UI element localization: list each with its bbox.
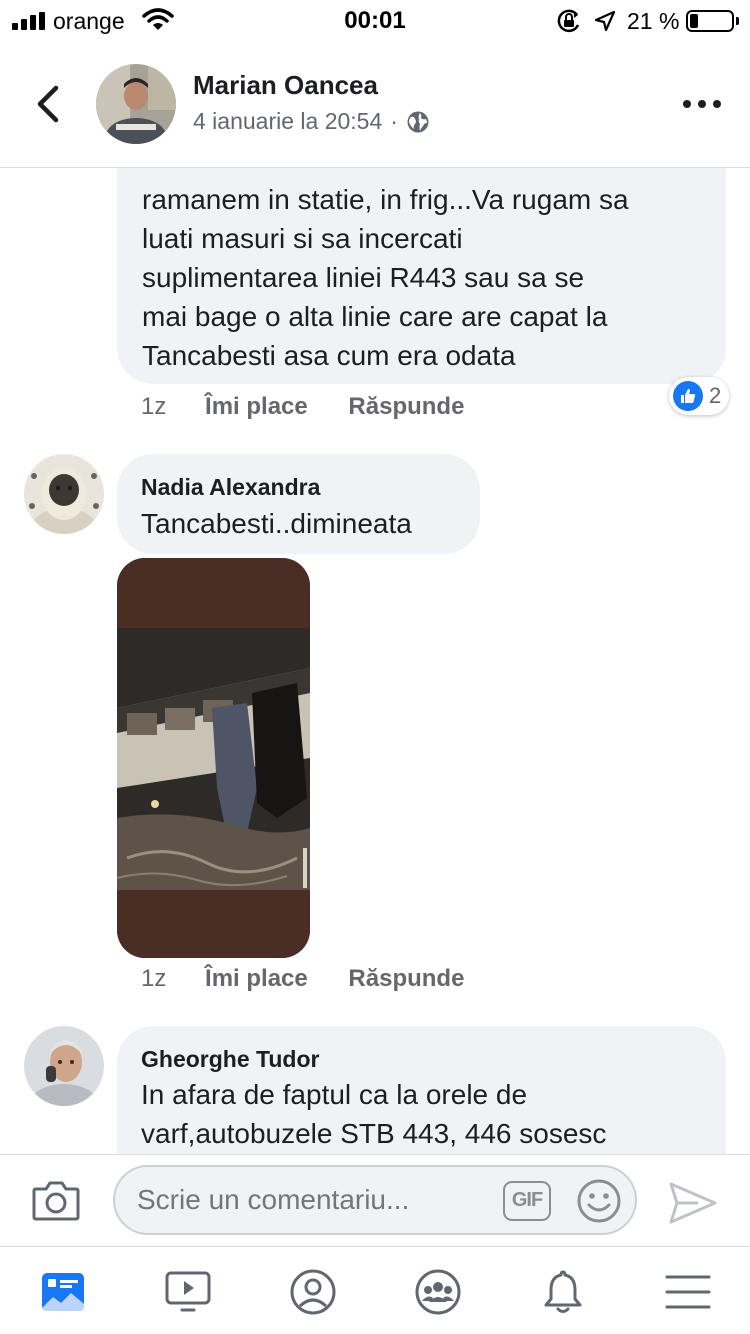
commenter-avatar[interactable] xyxy=(24,454,104,534)
comment-input-box[interactable]: GIF xyxy=(113,1165,637,1235)
tab-menu[interactable] xyxy=(663,1267,713,1317)
comment-time[interactable]: 1z xyxy=(141,965,166,993)
comment-text-line: suplimentarea liniei R443 sau sa se xyxy=(142,262,585,293)
commenter-avatar[interactable] xyxy=(24,1026,104,1106)
like-button[interactable]: Îmi place xyxy=(205,393,308,421)
tab-notifications[interactable] xyxy=(538,1267,588,1317)
status-bar: orange 00:01 21 % xyxy=(0,0,750,42)
comment-composer: GIF xyxy=(0,1154,750,1246)
comment-text: Tancabesti..dimineata xyxy=(141,508,412,539)
comment-bubble[interactable]: Gheorghe Tudor In afara de faptul ca la … xyxy=(117,1026,726,1154)
post-header: Marian Oancea 4 ianuarie la 20:54 · xyxy=(0,42,750,168)
rotation-lock-icon xyxy=(557,9,580,33)
comment-input[interactable] xyxy=(137,1184,477,1216)
comment-text-line: Tancabesti asa cum era odata xyxy=(142,340,516,371)
like-reaction-icon xyxy=(673,381,703,411)
battery-tip xyxy=(736,17,739,25)
emoji-icon[interactable] xyxy=(575,1177,623,1225)
camera-icon[interactable] xyxy=(32,1179,80,1221)
tab-watch[interactable] xyxy=(163,1267,213,1317)
comment-text-line: mai bage o alta linie care are capat la xyxy=(142,301,608,332)
profile-icon xyxy=(290,1269,336,1315)
send-icon[interactable] xyxy=(668,1181,718,1225)
globe-icon xyxy=(407,111,429,132)
author-avatar[interactable] xyxy=(96,64,176,144)
comment-photo[interactable] xyxy=(117,558,310,958)
comment-text-line: In afara de faptul ca la orele de xyxy=(141,1079,528,1110)
tab-news-feed[interactable] xyxy=(38,1267,88,1317)
gif-button[interactable]: GIF xyxy=(503,1181,551,1221)
comment-time[interactable]: 1z xyxy=(141,393,166,421)
battery-icon xyxy=(686,10,734,32)
commenter-name[interactable]: Gheorghe Tudor xyxy=(141,1046,319,1073)
hamburger-menu-icon xyxy=(665,1275,711,1309)
like-button[interactable]: Îmi place xyxy=(205,965,308,993)
author-name[interactable]: Marian Oancea xyxy=(193,70,378,101)
reply-button[interactable]: Răspunde xyxy=(348,393,464,421)
reaction-count: 2 xyxy=(709,383,722,408)
bottom-tab-bar xyxy=(0,1246,750,1334)
watch-video-icon xyxy=(165,1271,211,1312)
comment-text-line: ramanem in statie, in frig...Va rugam sa xyxy=(142,184,629,215)
post-meta: 4 ianuarie la 20:54 · xyxy=(193,108,430,135)
reply-button[interactable]: Răspunde xyxy=(348,965,464,993)
news-feed-icon xyxy=(42,1273,84,1311)
back-button[interactable] xyxy=(28,82,68,126)
bell-icon xyxy=(544,1270,582,1313)
reaction-summary[interactable]: 2 xyxy=(669,377,730,415)
comment-actions: 1z Îmi place Răspunde xyxy=(141,393,498,421)
groups-icon xyxy=(415,1269,461,1315)
comment-bubble[interactable]: ramanem in statie, in frig...Va rugam sa… xyxy=(117,168,726,384)
meta-separator: · xyxy=(390,108,398,134)
post-date[interactable]: 4 ianuarie la 20:54 xyxy=(193,108,382,135)
more-options-icon[interactable] xyxy=(682,96,722,112)
tab-groups[interactable] xyxy=(413,1267,463,1317)
commenter-name[interactable]: Nadia Alexandra xyxy=(141,474,320,501)
comment-bubble[interactable]: Nadia Alexandra Tancabesti..dimineata xyxy=(117,454,480,554)
comment-text-line: varf,autobuzele STB 443, 446 sosesc xyxy=(141,1118,607,1149)
battery-percent: 21 % xyxy=(627,8,680,34)
comment-text-line: luati masuri si sa incercati xyxy=(142,223,463,254)
tab-profile[interactable] xyxy=(288,1267,338,1317)
comment-actions: 1z Îmi place Răspunde xyxy=(141,965,498,993)
comments-feed[interactable]: ramanem in statie, in frig...Va rugam sa… xyxy=(0,168,750,1154)
location-arrow-icon xyxy=(594,10,616,32)
